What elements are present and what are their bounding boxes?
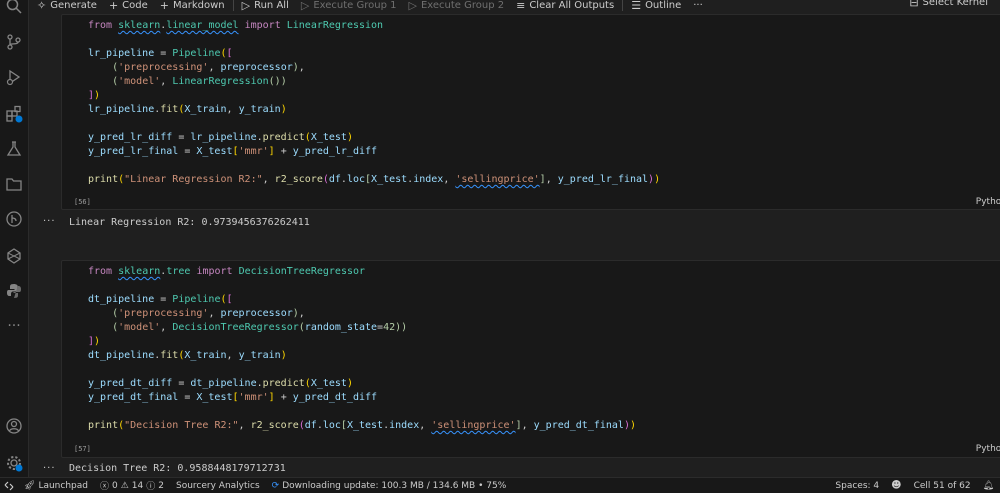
sparkle-icon: ✧ [37, 0, 47, 12]
notebook-toolbar: ✧ Generate + Code + Markdown ▷ Run All ▷ Exec… [29, 0, 1000, 14]
generate-button[interactable]: ✧ Generate [29, 0, 103, 12]
more-views-icon[interactable]: ··· [0, 314, 28, 338]
cell-code-editor[interactable]: from sklearn.linear_model import LinearR… [62, 15, 1000, 187]
accounts-icon[interactable] [0, 414, 28, 438]
run-all-label: Run All [254, 0, 289, 11]
kernel-icon: ⊟ [909, 0, 919, 9]
outline-icon: ☰ [631, 0, 642, 12]
warning-count: 14 [131, 480, 144, 491]
manage-gear-icon[interactable] [0, 451, 28, 475]
execute-group-2-button[interactable]: ▷ Execute Group 2 [402, 0, 510, 12]
indentation-button[interactable]: Spaces: 4 [829, 481, 885, 491]
execute-group-2-label: Execute Group 2 [420, 0, 505, 11]
code-cell[interactable]: from sklearn.linear_model import LinearR… [61, 14, 1000, 210]
problems-button[interactable]: ⓧ 0 ⚠ 14 ⓘ 2 [94, 479, 170, 493]
sync-icon: ⟳ [271, 480, 280, 491]
select-kernel-label: Select Kernel [922, 0, 988, 8]
clear-all-outputs-label: Clear All Outputs [529, 0, 615, 11]
spaces-label: Spaces: 4 [835, 480, 880, 491]
notifications-bell-icon[interactable]: 🔔︎ [977, 481, 1000, 491]
clear-all-icon: ≡ [516, 0, 526, 12]
execution-count: [57] [74, 445, 91, 453]
status-bar: 🚀︎ Launchpad ⓧ 0 ⚠ 14 ⓘ 2 Sourcery Analytics… [0, 477, 1000, 493]
run-all-button[interactable]: ▷ Run All [236, 0, 295, 12]
update-status[interactable]: ⟳ Downloading update: 100.3 MB / 134.6 MB… [266, 481, 513, 491]
cell-output: Linear Regression R2: 0.9739456376262411 [69, 217, 310, 228]
toolbar-divider [622, 0, 624, 11]
python-icon[interactable] [0, 279, 28, 303]
toolbar-divider [232, 0, 234, 11]
cell-output: Decision Tree R2: 0.9588448179712731 [69, 463, 286, 474]
cell-code-editor[interactable]: from sklearn.tree import DecisionTreeReg… [62, 261, 1000, 433]
download-progress-label: Downloading update: 100.3 MB / 134.6 MB … [282, 480, 507, 491]
output-more-button[interactable]: ··· [43, 216, 56, 227]
cell-language-button[interactable]: Python [976, 197, 1000, 207]
info-count: 2 [158, 480, 164, 491]
source-control-icon[interactable] [0, 30, 28, 54]
explorer-folder-icon[interactable] [0, 172, 28, 196]
notebook-editor: ✧ Generate + Code + Markdown ▷ Run All ▷ Exec… [29, 0, 1000, 478]
gitlens-icon[interactable] [0, 207, 28, 231]
copilot-icon[interactable]: ☻ [885, 480, 907, 491]
play-icon: ▷ [300, 0, 310, 12]
launchpad-label: Launchpad [38, 480, 88, 491]
plus-icon: + [159, 0, 169, 12]
generate-label: Generate [50, 0, 97, 11]
add-markdown-button[interactable]: + Markdown [154, 0, 231, 12]
cell-position-label: Cell 51 of 62 [913, 480, 971, 491]
rocket-icon: 🚀︎ [24, 480, 36, 491]
clear-all-outputs-button[interactable]: ≡ Clear All Outputs [510, 0, 620, 12]
extensions-icon[interactable] [0, 102, 28, 126]
search-icon[interactable] [0, 0, 28, 18]
add-code-button[interactable]: + Code [103, 0, 154, 12]
launchpad-button[interactable]: 🚀︎ Launchpad [18, 481, 94, 491]
warning-icon: ⚠ [120, 480, 129, 491]
remote-explorer-icon[interactable] [0, 244, 28, 268]
execute-group-1-label: Execute Group 1 [313, 0, 397, 11]
info-icon: ⓘ [146, 482, 156, 492]
error-count: 0 [111, 480, 118, 491]
activity-bar: ··· [0, 0, 29, 478]
output-more-button[interactable]: ··· [43, 463, 56, 474]
cell-language-button[interactable]: Python [976, 444, 1000, 454]
code-label: Code [122, 0, 148, 11]
remote-indicator[interactable] [0, 480, 18, 491]
testing-flask-icon[interactable] [0, 137, 28, 161]
outline-button[interactable]: ☰ Outline [625, 0, 687, 12]
select-kernel-button[interactable]: ⊟ Select Kernel [903, 0, 994, 9]
code-cell[interactable]: from sklearn.tree import DecisionTreeReg… [61, 260, 1000, 458]
execution-count: [56] [74, 198, 91, 206]
execute-group-1-button[interactable]: ▷ Execute Group 1 [295, 0, 403, 12]
remote-icon [4, 481, 14, 490]
sourcery-label: Sourcery Analytics [176, 480, 260, 491]
error-icon: ⓧ [99, 482, 109, 492]
plus-icon: + [108, 0, 119, 12]
cell-position-button[interactable]: Cell 51 of 62 [908, 481, 977, 491]
markdown-label: Markdown [172, 0, 225, 11]
toolbar-more-button[interactable]: ··· [687, 0, 709, 11]
play-icon: ▷ [408, 0, 417, 12]
run-debug-icon[interactable] [0, 65, 28, 89]
sourcery-analytics-button[interactable]: Sourcery Analytics [170, 481, 266, 491]
run-all-icon: ▷ [241, 0, 251, 12]
outline-label: Outline [645, 0, 682, 11]
